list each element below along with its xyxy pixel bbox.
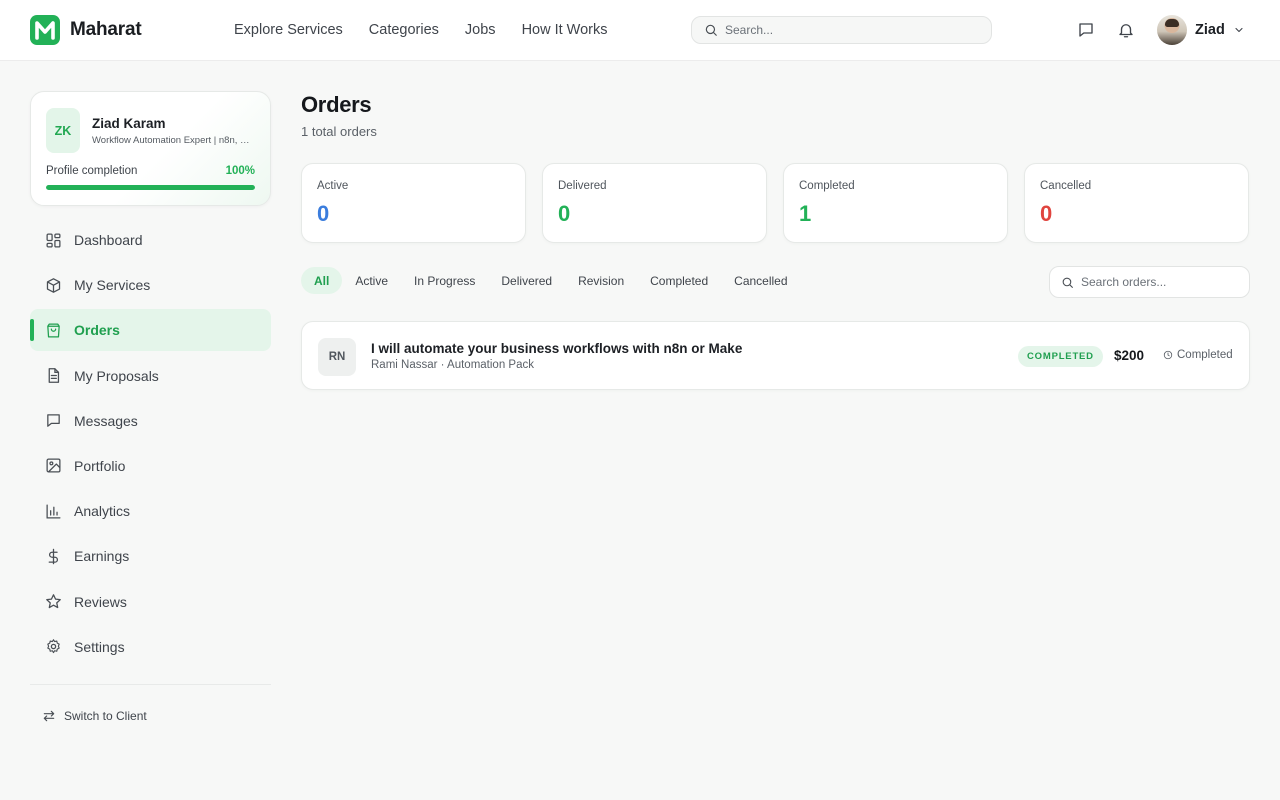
sidebar-item-analytics[interactable]: Analytics [30,490,271,532]
order-subtitle: Rami Nassar · Automation Pack [371,359,534,371]
nav-jobs[interactable]: Jobs [465,22,496,38]
sidebar-item-settings[interactable]: Settings [30,626,271,668]
sidebar-item-dashboard[interactable]: Dashboard [30,219,271,261]
filter-tab-in-progress[interactable]: In Progress [401,267,488,294]
sidebar-item-my-proposals[interactable]: My Proposals [30,355,271,397]
sidebar-nav: Dashboard My Services Orders My Proposal… [30,219,271,671]
sidebar-item-portfolio[interactable]: Portfolio [30,445,271,487]
profile-initials: ZK [46,108,80,153]
shopping-bag-icon [47,323,60,338]
page-title: Orders [301,92,372,117]
stat-card-delivered: Delivered 0 [542,163,767,243]
stat-value: 0 [558,201,571,226]
search-icon [705,24,717,36]
brand-logo[interactable]: Maharat [30,15,142,45]
notifications-button[interactable] [1116,20,1136,40]
switch-to-client-button[interactable]: Switch to Client [42,709,147,723]
orders-search-input[interactable] [1081,275,1231,289]
stat-label: Active [317,180,349,192]
stat-value: 0 [1040,201,1053,226]
bell-icon [1119,24,1133,38]
stat-value: 0 [317,201,330,226]
image-icon [46,458,61,473]
stat-card-active: Active 0 [301,163,526,243]
order-status-label: Completed [1177,349,1233,361]
global-search[interactable] [691,16,992,44]
filter-tab-active[interactable]: Active [342,267,401,294]
sidebar-item-label: Portfolio [74,457,126,474]
order-status: Completed [1163,349,1233,361]
profile-completion-fill [46,185,255,190]
order-client-initials: RN [318,338,356,376]
document-icon [48,368,60,383]
stat-label: Delivered [558,180,607,192]
message-icon [1079,23,1093,37]
profile-title: Workflow Automation Expert | n8n, Make, … [92,135,256,146]
sidebar-item-label: Orders [74,322,120,339]
status-badge: COMPLETED [1018,346,1103,367]
clock-icon [1163,350,1173,360]
stat-card-cancelled: Cancelled 0 [1024,163,1249,243]
profile-completion-label: Profile completion [46,165,138,177]
profile-card[interactable]: ZK Ziad Karam Workflow Automation Expert… [30,91,271,206]
filter-tab-revision[interactable]: Revision [565,267,637,294]
sidebar-item-reviews[interactable]: Reviews [30,581,271,623]
nav-categories[interactable]: Categories [369,22,439,38]
order-row[interactable]: RN I will automate your business workflo… [301,321,1250,390]
sidebar-item-earnings[interactable]: Earnings [30,535,271,577]
sidebar-item-label: Reviews [74,593,127,610]
switch-to-client-label: Switch to Client [64,709,147,723]
package-icon [46,277,61,293]
sidebar-item-label: Messages [74,412,138,429]
profile-completion-bar [46,185,255,190]
order-price: $200 [1114,348,1145,363]
nav-how-it-works[interactable]: How It Works [522,22,608,38]
brand-name: Maharat [70,19,142,40]
dollar-icon [48,548,59,565]
orders-search[interactable] [1049,266,1250,298]
dashboard-grid-icon [46,232,61,248]
star-icon [46,594,61,609]
chevron-down-icon [1235,27,1243,33]
m-letter-icon [35,21,55,40]
stat-card-completed: Completed 1 [783,163,1008,243]
search-icon [1062,277,1073,288]
user-name: Ziad [1195,22,1225,38]
sidebar-item-label: Dashboard [74,232,143,248]
sidebar-item-label: Settings [74,638,125,655]
sidebar-item-label: My Proposals [74,367,159,384]
nav-explore-services[interactable]: Explore Services [234,22,343,38]
sidebar-item-messages[interactable]: Messages [30,400,271,442]
messages-button[interactable] [1076,20,1096,40]
filter-tab-completed[interactable]: Completed [637,267,721,294]
sidebar-item-orders[interactable]: Orders [30,309,271,352]
gear-icon [47,639,60,654]
order-title: I will automate your business workflows … [371,341,743,356]
message-icon [47,414,60,428]
global-search-input[interactable] [725,23,955,37]
sidebar-item-label: My Services [74,277,151,294]
stat-label: Completed [799,180,855,192]
top-header: Maharat Explore Services Categories Jobs… [0,0,1280,61]
page-subtitle: 1 total orders [301,124,377,139]
profile-completion-percent: 100% [225,165,255,177]
sidebar-item-label: Analytics [74,503,131,520]
filter-tab-delivered[interactable]: Delivered [488,267,565,294]
filter-tab-all[interactable]: All [301,267,343,294]
order-filter-tabs: All Active In Progress Delivered Revisio… [301,267,801,294]
sidebar-divider [30,684,271,685]
user-menu[interactable]: Ziad [1157,15,1245,45]
bar-chart-icon [46,504,61,519]
sidebar-item-label: Earnings [74,548,130,565]
sidebar-item-my-services[interactable]: My Services [30,264,271,306]
stat-label: Cancelled [1040,180,1092,192]
swap-arrows-icon [43,710,55,722]
stat-value: 1 [799,201,812,226]
brand-logo-mark [30,15,60,45]
profile-name: Ziad Karam [92,116,166,131]
filter-tab-cancelled[interactable]: Cancelled [721,267,800,294]
avatar [1157,15,1187,45]
top-nav: Explore Services Categories Jobs How It … [234,0,608,60]
